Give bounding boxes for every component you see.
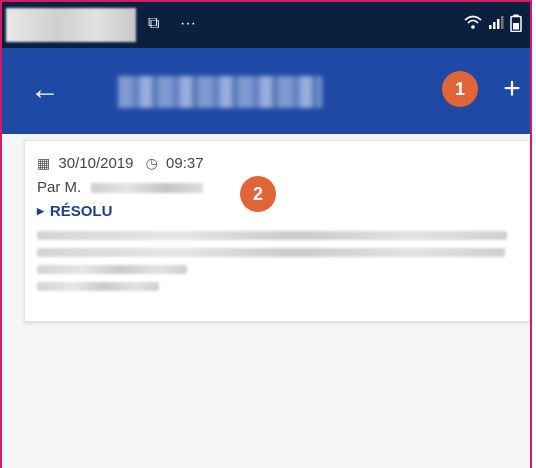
add-button[interactable]: + (496, 72, 528, 108)
ticket-status[interactable]: ▶ RÉSOLU (37, 203, 112, 220)
caret-right-icon: ▶ (37, 206, 44, 216)
calendar-icon: ▦ (37, 155, 51, 171)
signal-icon (488, 14, 504, 36)
status-bar-notification-blurred (6, 8, 136, 42)
ticket-date: 30/10/2019 (58, 155, 134, 172)
body-line (37, 231, 507, 240)
ticket-card[interactable]: ▦ 30/10/2019 ◷ 09:37 Par M. ▶ RÉSOLU (24, 140, 530, 322)
author-prefix: Par M. (37, 179, 82, 196)
more-dots: ··· (180, 15, 196, 32)
ticket-time: 09:37 (166, 155, 204, 172)
annotation-badge-2: 2 (240, 176, 276, 212)
body-line (37, 265, 187, 274)
status-label: RÉSOLU (49, 203, 113, 220)
clock-icon: ◷ (145, 155, 158, 171)
body-line (37, 282, 159, 291)
ticket-author: Par M. (37, 179, 204, 196)
annotation-badge-1: 1 (442, 71, 478, 107)
ticket-meta: ▦ 30/10/2019 ◷ 09:37 (37, 155, 204, 172)
battery-icon (510, 14, 522, 38)
body-line (37, 248, 505, 257)
author-name-blurred (91, 183, 204, 194)
ticket-body-blurred (37, 231, 517, 299)
screenshot-icon: ⧉ (148, 15, 160, 32)
status-bar: ⧉ ··· (2, 2, 530, 48)
back-arrow-icon[interactable]: ← (30, 72, 70, 112)
wifi-icon (464, 14, 482, 36)
app-frame: ⧉ ··· ← + 1 ▦ 30/10/2019 ◷ 09:37 Par M. … (0, 0, 532, 468)
page-title-blurred (118, 76, 322, 108)
